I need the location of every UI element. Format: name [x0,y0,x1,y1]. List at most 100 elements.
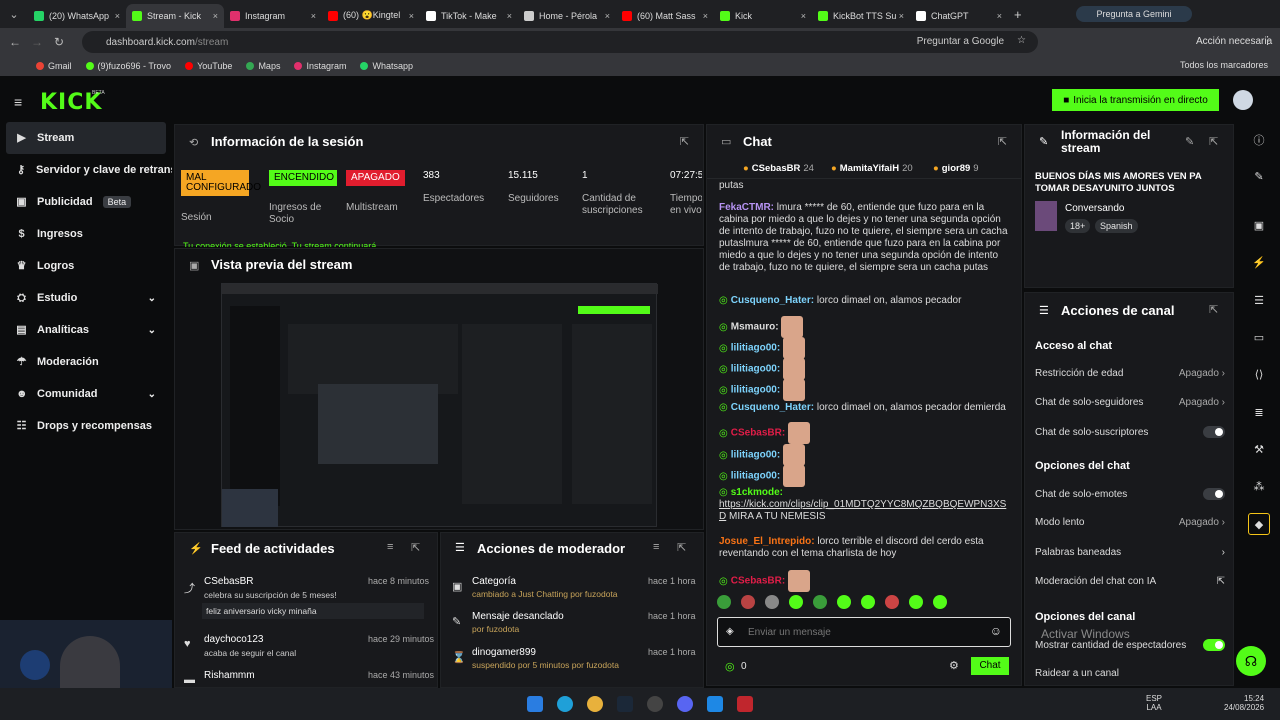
bookmark-item[interactable]: Maps [246,61,280,71]
back-icon[interactable]: ← [4,35,26,49]
category-name[interactable]: Conversando [1065,203,1124,214]
sidebar-item-stream[interactable]: ▶ Stream [6,122,166,154]
close-icon[interactable]: × [311,11,316,21]
chat-username[interactable]: lilitiago00: [731,450,780,461]
popout-icon[interactable]: ⇱ [680,135,689,148]
chat-icon[interactable]: ▭ [1248,327,1270,349]
chat-username[interactable]: lilitiago00: [731,364,780,375]
emote-icon[interactable] [717,595,731,609]
hamburger-icon[interactable]: ≡ [14,94,22,110]
age-restriction-row[interactable]: Restricción de edad Apagado › [1035,368,1225,379]
emote-icon[interactable] [885,595,899,609]
emotes-only-toggle[interactable] [1203,488,1225,500]
chat-username[interactable]: s1ckmode: [731,487,783,498]
tab-search-icon[interactable]: ⌄ [0,8,28,21]
stream-preview-video[interactable] [221,283,658,527]
close-icon[interactable]: × [997,11,1002,21]
obs-icon[interactable] [647,696,663,712]
emote-icon[interactable] [741,595,755,609]
sidebar-item-achievements[interactable]: ♛ Logros [0,250,172,282]
bookmark-item[interactable]: (9)fuzo696 - Trovo [85,61,171,71]
chat-username[interactable]: Msmauro: [731,322,779,333]
emote-icon[interactable] [813,595,827,609]
show-viewers-toggle[interactable] [1203,639,1225,651]
raid-row[interactable]: Raidear a un canal [1035,668,1225,679]
filter-icon[interactable]: ≡ [387,541,393,553]
sidebar-item-ads[interactable]: ▣ Publicidad Beta [0,186,172,218]
browser-tab[interactable]: ChatGPT × [910,4,1008,28]
banned-words-row[interactable]: Palabras baneadas › [1035,547,1225,558]
chrome-icon[interactable] [587,696,603,712]
reload-icon[interactable]: ↻ [48,35,70,49]
layout-icon[interactable]: ▣ [1248,215,1270,237]
ask-google-button[interactable]: Preguntar a Google [917,36,1004,47]
slow-mode-row[interactable]: Modo lento Apagado › [1035,517,1225,528]
emote-icon[interactable] [837,595,851,609]
all-bookmarks[interactable]: Todos los marcadores [1180,60,1268,70]
new-tab-icon[interactable]: + [1014,7,1022,22]
bookmark-item[interactable]: Gmail [36,61,72,71]
browser-tab[interactable]: Home - Pérola × [518,4,616,28]
popout-icon[interactable]: ⇱ [677,541,686,554]
gem-icon[interactable]: ◆ [1248,513,1270,535]
emote-icon[interactable] [765,595,779,609]
emoji-icon[interactable]: ☺ [990,624,1002,638]
top-gifter[interactable]: ● MamitaYifaiH 20 [831,163,913,174]
forward-icon[interactable]: → [26,35,48,49]
chat-username[interactable]: Josue_El_Intrepido: [719,536,815,547]
support-chat-icon[interactable]: ☊ [1236,646,1266,676]
browser-tab[interactable]: Instagram × [224,4,322,28]
discord-icon[interactable] [677,696,693,712]
chat-username[interactable]: FekaCTMR: [719,202,774,213]
list-icon[interactable]: ☰ [1248,290,1270,312]
sidebar-item-income[interactable]: $ Ingresos [0,218,172,250]
close-icon[interactable]: × [801,11,806,21]
nodes-icon[interactable]: ⁂ [1248,476,1270,498]
pencil-icon[interactable]: ✎ [1248,166,1270,188]
gear-icon[interactable]: ⚙ [949,659,959,672]
bookmark-item[interactable]: Whatsapp [360,61,413,71]
popout-icon[interactable]: ⇱ [998,135,1007,148]
emote-icon[interactable] [933,595,947,609]
browser-tab[interactable]: KickBot TTS Su × [812,4,910,28]
stack-icon[interactable]: ≣ [1248,402,1270,424]
go-live-button[interactable]: ■ Inicia la transmisión en directo [1052,89,1219,111]
chat-username[interactable]: CSebasBR: [731,428,785,439]
chat-username[interactable]: Cusqueno_Hater: [731,402,814,413]
activity-user[interactable]: daychoco123 [204,634,264,645]
close-icon[interactable]: × [409,11,414,21]
windows-start-icon[interactable] [527,696,543,712]
browser-tab[interactable]: (20) WhatsApp × [28,4,126,28]
tag-18[interactable]: 18+ [1065,219,1091,233]
code-icon[interactable]: ⟨⟩ [1248,364,1270,386]
bookmark-item[interactable]: Instagram [294,61,346,71]
activity-user[interactable]: Rishammm [204,670,255,681]
chat-username[interactable]: lilitiago00: [731,471,780,482]
subs-only-toggle[interactable] [1203,426,1225,438]
close-icon[interactable]: × [213,11,218,21]
clock[interactable]: 15:24 24/08/2026 [1224,694,1264,712]
close-icon[interactable]: × [115,11,120,21]
activity-user[interactable]: CSebasBR [204,576,253,587]
close-icon[interactable]: × [703,11,708,21]
chat-username[interactable]: lilitiago00: [731,385,780,396]
edge-icon[interactable] [557,696,573,712]
bolt-icon[interactable]: ⚡ [1248,252,1270,274]
wrench-icon[interactable]: ⚒ [1248,439,1270,461]
sidebar-item-moderation[interactable]: ☂ Moderación [0,346,172,378]
browser-tab[interactable]: TikTok - Make × [420,4,518,28]
emote-icon[interactable] [861,595,875,609]
bookmark-star-icon[interactable]: ☆ [1017,35,1026,46]
chat-username[interactable]: lilitiago00: [731,343,780,354]
language-indicator[interactable]: ESP LAA [1146,694,1162,712]
popout-icon[interactable]: ⇱ [1209,303,1218,316]
browser-tab[interactable]: Kick × [714,4,812,28]
emote-icon[interactable] [789,595,803,609]
close-icon[interactable]: × [507,11,512,21]
steam-icon[interactable] [617,696,633,712]
chat-input-box[interactable]: ◈ ☺ [717,617,1011,647]
bookmark-item[interactable]: YouTube [185,61,232,71]
browser-tab[interactable]: (60) 😮Kingtel × [322,4,420,28]
chat-input[interactable] [748,624,978,640]
avatar[interactable] [1233,90,1253,110]
